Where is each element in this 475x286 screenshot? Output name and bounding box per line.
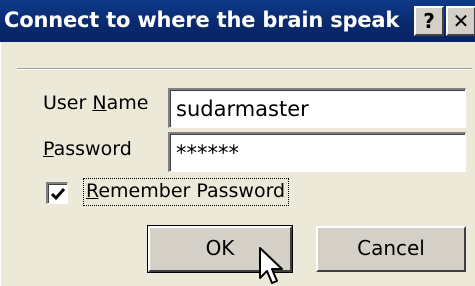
dialog-title: Connect to where the brain speak — [4, 8, 400, 32]
focus-rectangle — [83, 178, 289, 206]
close-button[interactable]: ✕ — [446, 6, 475, 36]
title-bar[interactable]: Connect to where the brain speak ? ✕ — [0, 0, 475, 42]
username-field[interactable]: sudarmaster — [168, 88, 466, 128]
cancel-button[interactable]: Cancel — [316, 226, 466, 272]
password-label: Password — [43, 138, 132, 160]
mouse-pointer-icon — [259, 247, 283, 284]
help-icon: ? — [423, 9, 435, 33]
password-field[interactable]: ****** — [168, 132, 466, 172]
window-border — [0, 42, 1, 286]
username-label: User Name — [43, 92, 149, 114]
check-icon — [50, 188, 66, 201]
close-icon: ✕ — [452, 9, 470, 33]
remember-password-checkbox[interactable] — [46, 182, 68, 204]
help-button[interactable]: ? — [414, 6, 444, 36]
separator — [17, 68, 472, 70]
